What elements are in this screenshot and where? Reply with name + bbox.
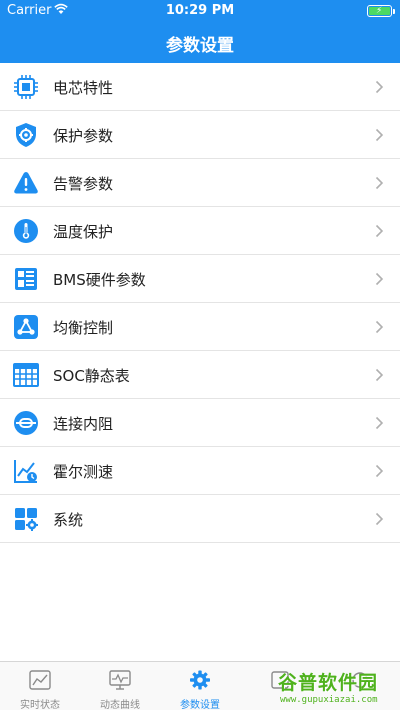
list-item-temperature-protection[interactable]: 温度保护 (0, 207, 400, 255)
list-item-label: 霍尔测速 (53, 463, 114, 481)
tab-label: 参数设置 (180, 700, 220, 710)
chevron-right-icon (375, 320, 384, 334)
tab-label: 动态曲线 (100, 700, 140, 710)
realtime-chart-icon (29, 670, 51, 690)
list-item-label: 系统 (53, 511, 84, 529)
chevron-right-icon (375, 176, 384, 190)
list-item-label: SOC静态表 (53, 367, 130, 385)
list-item-bms-hardware-params[interactable]: BMS硬件参数 (0, 255, 400, 303)
watermark-text: 谷普软件园 (278, 672, 379, 694)
tab-realtime-status[interactable]: 实时状态 (0, 662, 80, 710)
list-item-label: 均衡控制 (53, 319, 114, 337)
system-grid-icon (15, 508, 38, 531)
chevron-right-icon (375, 128, 384, 142)
gear-icon (190, 670, 210, 690)
list-item-label: 温度保护 (53, 223, 114, 241)
settings-list: 电芯特性 保护参数 告警参数 温度保护 BMS硬件参数 均衡控制 SOC静态表 … (0, 63, 400, 543)
status-bar: Carrier 10:29 PM ⚡ (0, 0, 400, 22)
chevron-right-icon (375, 416, 384, 430)
tab-label: 实时状态 (20, 700, 60, 710)
chevron-right-icon (375, 80, 384, 94)
list-item-system[interactable]: 系统 (0, 495, 400, 543)
list-item-label: BMS硬件参数 (53, 271, 146, 289)
chevron-right-icon (375, 224, 384, 238)
status-time: 10:29 PM (165, 3, 235, 18)
warning-triangle-icon (14, 172, 38, 194)
list-item-alarm-params[interactable]: 告警参数 (0, 159, 400, 207)
chevron-right-icon (375, 368, 384, 382)
chevron-right-icon (375, 272, 384, 286)
watermark: 谷普软件园 www.gupuxiazai.com (278, 668, 398, 708)
nav-header: Carrier 10:29 PM ⚡ 参数设置 (0, 0, 400, 63)
battery-icon: ⚡ (367, 5, 395, 17)
list-item-hall-speed[interactable]: 霍尔测速 (0, 447, 400, 495)
watermark-url: www.gupuxiazai.com (280, 695, 378, 705)
table-grid-icon (13, 363, 39, 387)
list-item-label: 保护参数 (53, 127, 114, 145)
chevron-right-icon (375, 464, 384, 478)
chevron-right-icon (375, 512, 384, 526)
resistance-icon (14, 411, 38, 435)
list-item-soc-static-table[interactable]: SOC静态表 (0, 351, 400, 399)
cpu-chip-icon (14, 75, 38, 99)
shield-gear-icon (16, 123, 36, 147)
list-item-label: 告警参数 (53, 175, 114, 193)
monitor-curve-icon (109, 670, 131, 690)
tab-dynamic-curve[interactable]: 动态曲线 (80, 662, 160, 710)
thermometer-icon (14, 219, 38, 243)
list-item-protection-params[interactable]: 保护参数 (0, 111, 400, 159)
list-item-label: 电芯特性 (53, 79, 114, 97)
page-title: 参数设置 (166, 36, 234, 56)
list-item-label: 连接内阻 (53, 415, 114, 433)
list-item-balance-control[interactable]: 均衡控制 (0, 303, 400, 351)
speed-chart-icon (14, 460, 37, 483)
balance-nodes-icon (14, 315, 38, 339)
hardware-list-icon (15, 268, 37, 290)
list-item-cell-characteristics[interactable]: 电芯特性 (0, 63, 400, 111)
list-item-connection-resistance[interactable]: 连接内阻 (0, 399, 400, 447)
tab-parameter-settings[interactable]: 参数设置 (160, 662, 240, 710)
